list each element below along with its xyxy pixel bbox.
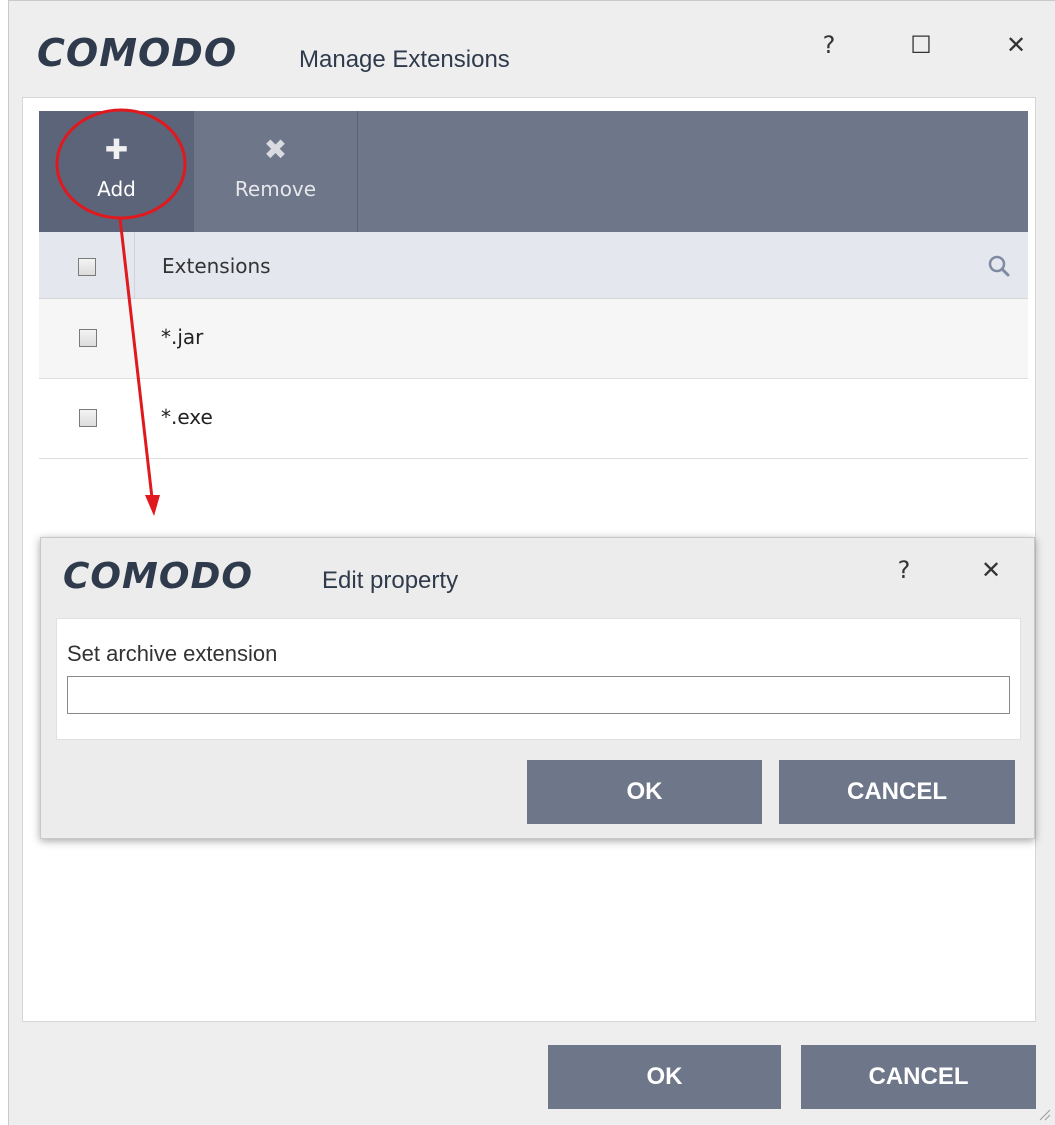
dialog-title: Edit property	[322, 567, 459, 594]
table-header: Extensions	[39, 232, 1028, 299]
dialog-content: Set archive extension	[56, 618, 1021, 740]
window-title: Manage Extensions	[299, 46, 510, 73]
extension-cell: *.jar	[161, 325, 204, 349]
remove-button[interactable]: ✖ Remove	[194, 111, 358, 232]
add-label: Add	[97, 177, 136, 201]
extension-cell: *.exe	[161, 405, 213, 429]
table-row[interactable]: *.exe	[39, 379, 1028, 459]
plus-icon: ✚	[104, 133, 129, 166]
toolbar: ✚ Add ✖ Remove	[39, 111, 1028, 232]
column-header-extensions: Extensions	[162, 254, 271, 278]
dialog-cancel-button[interactable]: CANCEL	[779, 760, 1015, 824]
dialog-close-button[interactable]: ✕	[976, 556, 1006, 584]
dialog-ok-button[interactable]: OK	[527, 760, 762, 824]
ok-button[interactable]: OK	[548, 1045, 781, 1109]
row-checkbox[interactable]	[79, 409, 97, 427]
table-row[interactable]: *.jar	[39, 299, 1028, 379]
help-button[interactable]: ?	[814, 31, 844, 59]
comodo-logo: COMODO	[37, 31, 238, 75]
remove-icon: ✖	[263, 133, 288, 166]
archive-extension-label: Set archive extension	[67, 641, 278, 666]
close-button[interactable]: ✕	[1001, 31, 1031, 59]
search-icon[interactable]	[987, 254, 1011, 278]
add-button[interactable]: ✚ Add	[39, 111, 194, 232]
cancel-button[interactable]: CANCEL	[801, 1045, 1036, 1109]
dialog-help-button[interactable]: ?	[889, 556, 919, 584]
select-all-checkbox[interactable]	[78, 258, 96, 276]
comodo-logo: COMODO	[63, 556, 253, 597]
edit-property-dialog: COMODO Edit property ? ✕ Set archive ext…	[40, 537, 1035, 839]
row-checkbox[interactable]	[79, 329, 97, 347]
header-divider	[134, 232, 135, 299]
resize-grip-icon[interactable]	[1037, 1107, 1051, 1121]
remove-label: Remove	[234, 177, 317, 201]
maximize-button[interactable]: ☐	[906, 31, 936, 59]
archive-extension-input[interactable]	[67, 676, 1010, 714]
